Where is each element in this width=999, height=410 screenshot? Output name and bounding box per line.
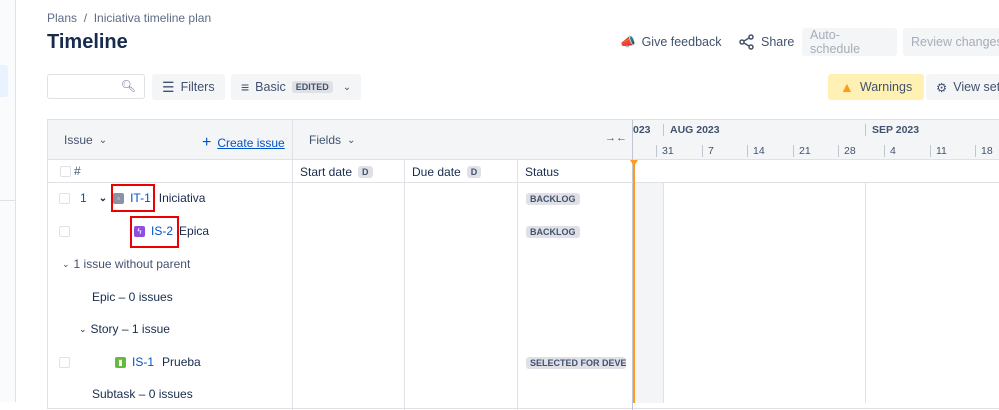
warnings-label: Warnings [859, 80, 913, 94]
issue-summary: Iniciativa [158, 191, 206, 205]
group-header[interactable]: ⌄ 1 issue without parent [62, 257, 190, 271]
status-header[interactable]: Status [525, 165, 559, 179]
group-header[interactable]: ⌄ Story – 1 issue [79, 322, 170, 336]
row-checkbox[interactable] [59, 193, 70, 204]
breadcrumb-plans[interactable]: Plans [47, 11, 77, 25]
chevron-down-icon: ⌄ [347, 134, 356, 146]
view-preset-dropdown[interactable]: ≡ Basic EDITED ⌄ [231, 74, 362, 100]
week-label: 28 [838, 145, 856, 157]
chevron-down-icon: ⌄ [342, 81, 352, 93]
breadcrumb: Plans / Iniciativa timeline plan [47, 11, 211, 25]
filters-button[interactable]: ☰ Filters [152, 74, 225, 100]
collapse-fields-icon[interactable]: →← [605, 132, 627, 144]
issue-key[interactable]: IS-1 [132, 355, 154, 369]
sidebar [0, 0, 16, 402]
status-badge: BACKLOG [526, 226, 580, 238]
issue-summary: Prueba [162, 355, 201, 369]
share-button[interactable]: Share [731, 28, 802, 56]
divider [0, 200, 16, 201]
search-input[interactable]: 🔍︎ [47, 74, 145, 99]
timeline-header: 023 AUG 2023 SEP 2023 31 7 14 21 28 4 11… [633, 120, 999, 160]
filter-icon: ☰ [162, 78, 175, 95]
breadcrumb-separator: / [83, 11, 88, 25]
today-marker [633, 160, 635, 403]
sliders-icon: ⚙ [936, 80, 948, 95]
edited-badge: EDITED [291, 81, 333, 93]
story-icon: ▮ [115, 356, 126, 368]
week-label: 18 [975, 145, 993, 157]
issue-column-header[interactable]: Issue ⌄ [64, 133, 107, 147]
week-label: 11 [930, 145, 947, 157]
chevron-down-icon: ⌄ [62, 258, 70, 269]
due-date-header[interactable]: Due date D [412, 165, 482, 179]
date-badge: D [466, 166, 482, 178]
share-label: Share [761, 35, 795, 49]
give-feedback-button[interactable]: 📣 Give feedback [612, 28, 730, 56]
highlight-box [130, 216, 179, 248]
due-date-label: Due date [412, 165, 461, 179]
table-row[interactable]: ▮ IS-1 Prueba [115, 355, 201, 369]
timeline-view-icon: ≡ [241, 79, 250, 95]
month-label: 023 [633, 124, 651, 136]
month-label: SEP 2023 [865, 124, 919, 136]
row-number: 1 [80, 191, 87, 205]
highlight-box [111, 184, 155, 212]
search-icon: 🔍︎ [120, 79, 136, 93]
week-label: 21 [793, 145, 811, 157]
group-header[interactable]: Subtask – 0 issues [92, 387, 193, 401]
row-checkbox[interactable] [59, 226, 70, 237]
week-label: 4 [884, 145, 896, 157]
chevron-down-icon: ⌄ [79, 323, 87, 334]
breadcrumb-plan[interactable]: Iniciativa timeline plan [94, 11, 211, 25]
plus-icon: + [202, 134, 212, 151]
start-date-header[interactable]: Start date D [300, 165, 373, 179]
hash-header: # [74, 164, 81, 178]
chevron-down-icon: ⌄ [98, 134, 108, 146]
filters-label: Filters [180, 80, 215, 94]
create-issue-button[interactable]: + Create issue [202, 134, 285, 152]
fields-dropdown[interactable]: Fields ⌄ [309, 133, 355, 147]
give-feedback-label: Give feedback [641, 35, 722, 49]
date-badge: D [358, 166, 373, 178]
group-label: Story – 1 issue [90, 322, 170, 336]
group-header[interactable]: Epic – 0 issues [92, 290, 173, 304]
view-settings-button[interactable]: ⚙ View settings [926, 74, 999, 100]
week-label: 31 [656, 145, 674, 157]
week-label: 14 [747, 145, 765, 157]
select-all-checkbox[interactable] [60, 166, 71, 177]
group-label: 1 issue without parent [73, 257, 191, 271]
view-settings-label: View settings [953, 80, 999, 94]
today-marker-arrow [630, 160, 638, 166]
weekend-shade [633, 183, 663, 403]
share-icon [739, 34, 754, 50]
status-badge: BACKLOG [526, 193, 580, 205]
warnings-button[interactable]: ▲ Warnings [828, 74, 925, 100]
start-date-label: Start date [300, 165, 353, 179]
week-label: 7 [702, 145, 714, 157]
view-label: Basic [255, 80, 286, 94]
chevron-down-icon[interactable]: ⌄ [99, 193, 107, 204]
page-title: Timeline [47, 31, 128, 53]
megaphone-icon: 📣 [620, 34, 636, 49]
fields-label: Fields [309, 133, 342, 147]
create-issue-label: Create issue [217, 136, 285, 150]
auto-schedule-button[interactable]: Auto-schedule [802, 28, 897, 56]
issue-summary: Epica [179, 224, 210, 238]
warning-icon: ▲ [840, 79, 854, 95]
status-badge: SELECTED FOR DEVELOPMENT [526, 357, 626, 369]
month-label: AUG 2023 [663, 124, 720, 136]
row-checkbox[interactable] [59, 357, 70, 368]
issue-header-label: Issue [64, 133, 93, 147]
review-changes-button[interactable]: Review changes [903, 28, 999, 56]
sidebar-selected-item[interactable] [0, 65, 8, 97]
